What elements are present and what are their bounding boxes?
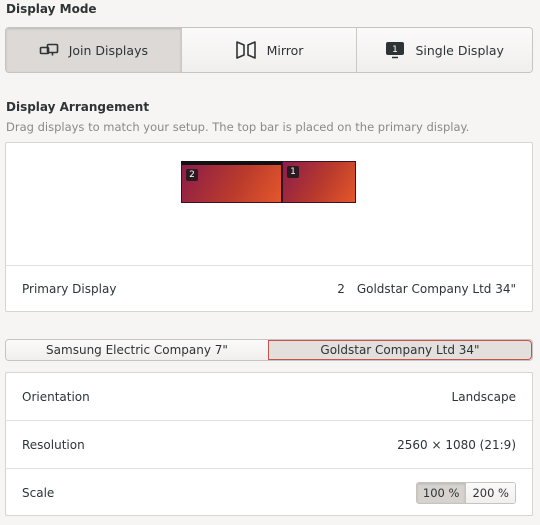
primary-display-number: 2 [337, 282, 345, 296]
display-arrangement-panel: 2 1 Primary Display 2 Goldstar Company L… [5, 142, 533, 312]
display-mode-title: Display Mode [6, 2, 97, 16]
orientation-value: Landscape [451, 389, 516, 404]
scale-200-button[interactable]: 200 % [466, 483, 515, 503]
mirror-button[interactable]: Mirror [181, 28, 358, 72]
scale-selector: 100 % 200 % [415, 482, 516, 504]
single-display-icon: 1 [385, 41, 405, 59]
single-display-label: Single Display [415, 42, 504, 58]
join-displays-label: Join Displays [68, 42, 148, 58]
mirror-icon [235, 40, 257, 60]
monitor-tabs: Samsung Electric Company 7" Goldstar Com… [5, 339, 533, 361]
monitor-1[interactable]: 1 [282, 161, 356, 203]
tab-goldstar-monitor[interactable]: Goldstar Company Ltd 34" [268, 340, 532, 360]
display-arrangement-subtitle: Drag displays to match your setup. The t… [6, 120, 470, 134]
orientation-row[interactable]: Orientation Landscape [6, 373, 532, 421]
primary-display-label: Primary Display [22, 282, 117, 296]
primary-display-row[interactable]: Primary Display 2 Goldstar Company Ltd 3… [6, 265, 532, 312]
orientation-label: Orientation [22, 389, 90, 404]
scale-100-button[interactable]: 100 % [416, 483, 467, 503]
resolution-row[interactable]: Resolution 2560 × 1080 (21:9) [6, 421, 532, 469]
mirror-label: Mirror [266, 42, 304, 58]
scale-row: Scale 100 % 200 % [6, 469, 532, 517]
join-displays-icon [39, 42, 59, 58]
display-arrangement-title: Display Arrangement [6, 100, 150, 114]
monitor-number: 2 [186, 169, 198, 181]
single-display-button[interactable]: 1 Single Display [357, 28, 532, 72]
svg-text:1: 1 [393, 45, 399, 55]
scale-label: Scale [22, 486, 55, 500]
display-mode-switcher: Join Displays Mirror 1 Single Display [5, 27, 533, 73]
join-displays-button[interactable]: Join Displays [6, 28, 182, 72]
monitor-settings-list: Orientation Landscape Resolution 2560 × … [5, 372, 533, 516]
resolution-value: 2560 × 1080 (21:9) [397, 437, 516, 452]
monitor-number: 1 [287, 166, 299, 178]
resolution-label: Resolution [22, 437, 85, 452]
monitor-2[interactable]: 2 [181, 161, 282, 203]
tab-samsung-monitor[interactable]: Samsung Electric Company 7" [6, 340, 268, 360]
primary-display-name: Goldstar Company Ltd 34" [356, 282, 516, 296]
arrangement-canvas: 2 1 [6, 143, 532, 265]
